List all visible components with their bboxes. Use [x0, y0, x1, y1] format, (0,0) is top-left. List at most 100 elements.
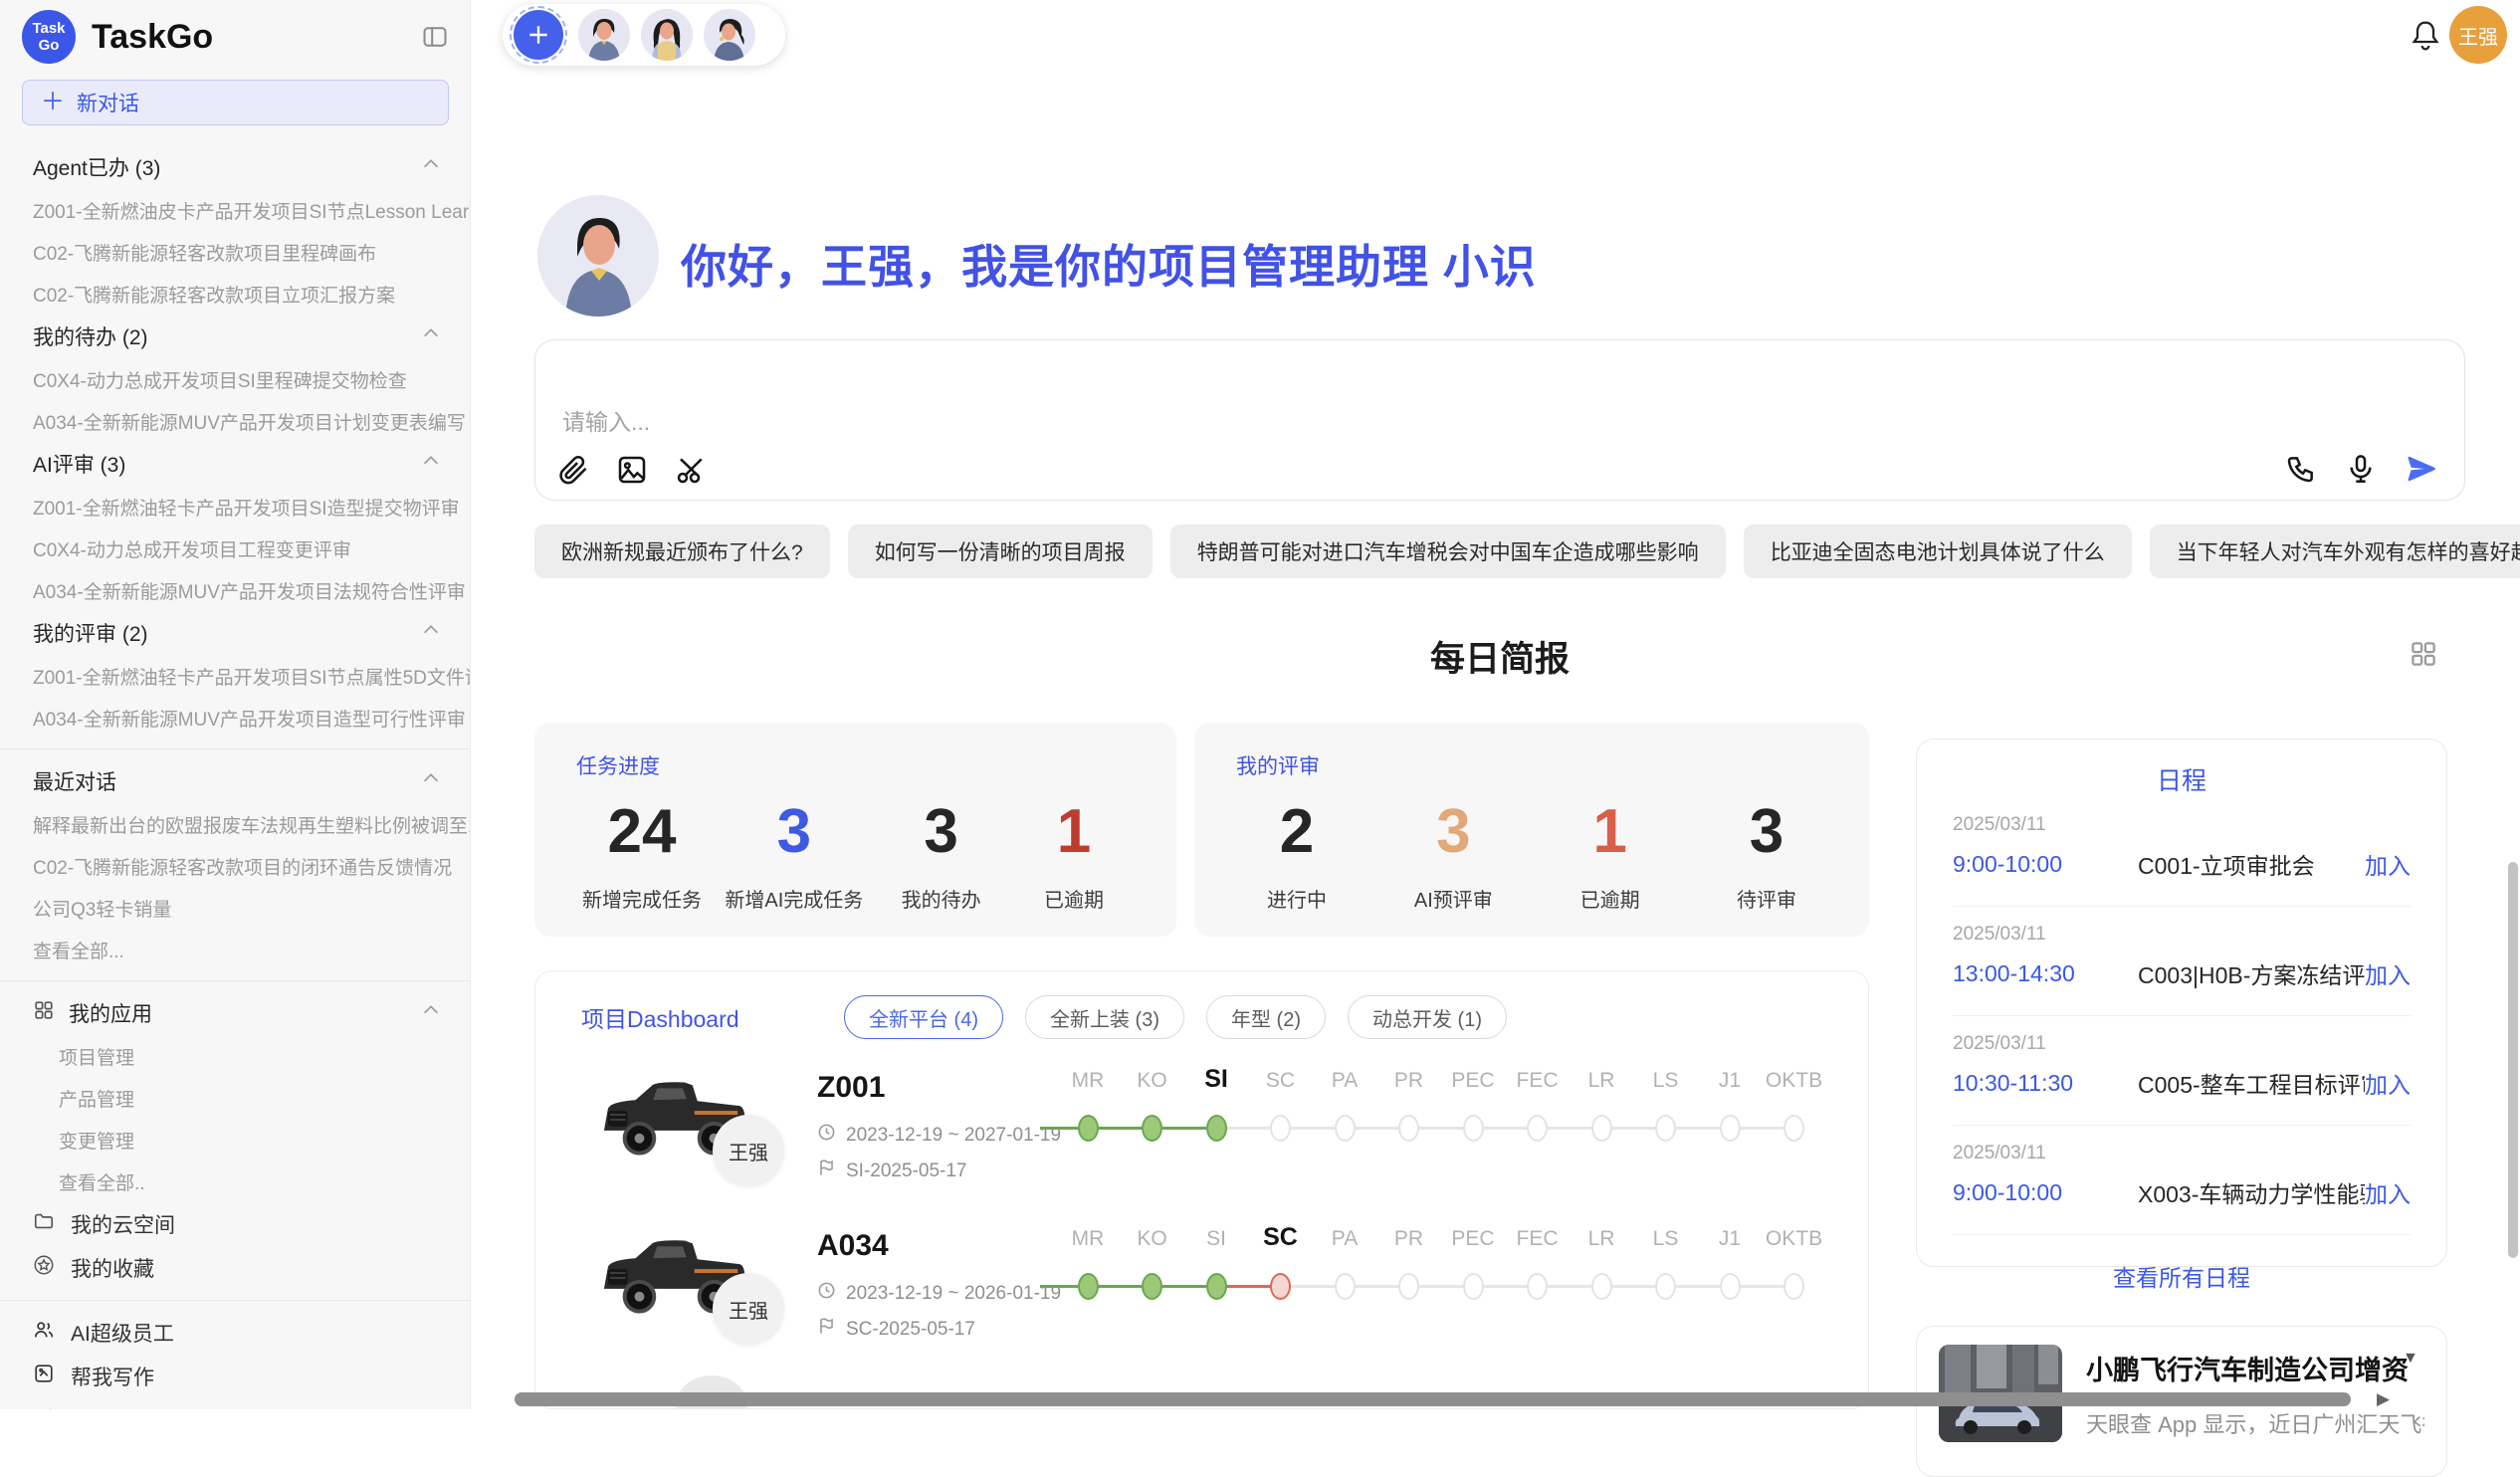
sidebar-task-item[interactable]: A034-全新新能源MUV产品开发项目计划变更表编写	[0, 400, 470, 442]
milestone-dot[interactable]	[1463, 1273, 1484, 1300]
sidebar-tool-2[interactable]: 创意制图	[0, 1398, 470, 1409]
chevron-up-icon[interactable]	[420, 999, 442, 1027]
milestone-connector	[1040, 1285, 1078, 1288]
microphone-icon[interactable]	[2345, 453, 2377, 485]
milestone-dot[interactable]	[1527, 1273, 1548, 1300]
milestone-dot[interactable]	[1270, 1273, 1291, 1300]
sidebar-task-item[interactable]: C0X4-动力总成开发项目工程变更评审	[0, 528, 470, 569]
chat-input-box[interactable]: 请输入...	[534, 339, 2465, 501]
suggestion-chip[interactable]: 比亚迪全固态电池计划具体说了什么	[1744, 525, 2132, 578]
milestone-dot[interactable]	[1270, 1115, 1291, 1142]
agent-avatar-1[interactable]	[578, 9, 630, 61]
chevron-up-icon[interactable]	[420, 153, 442, 181]
add-agent-button[interactable]	[510, 6, 567, 64]
dashboard-filter-chip[interactable]: 全新平台 (4)	[844, 995, 1003, 1039]
agent-avatar-3[interactable]	[704, 9, 755, 61]
milestone-dot[interactable]	[1206, 1273, 1227, 1300]
milestone-dot[interactable]	[1720, 1115, 1741, 1142]
app-item[interactable]: 项目管理	[0, 1035, 470, 1077]
milestone-dot[interactable]	[1720, 1273, 1741, 1300]
sidebar-task-item[interactable]: C02-飞腾新能源轻客改款项目里程碑画布	[0, 231, 470, 273]
scissors-icon[interactable]	[675, 454, 707, 486]
sidebar-group-header: 我的评审 (2)	[0, 611, 470, 655]
milestone-dot[interactable]	[1142, 1115, 1162, 1142]
sidebar-task-item[interactable]: C0X4-动力总成开发项目SI里程碑提交物检查	[0, 358, 470, 400]
milestone-dot[interactable]	[1463, 1115, 1484, 1142]
milestone-dot[interactable]	[1398, 1273, 1419, 1300]
milestone-dot[interactable]	[1655, 1115, 1676, 1142]
suggestion-chip[interactable]: 当下年轻人对汽车外观有怎样的喜好趋势	[2150, 525, 2520, 578]
sidebar-task-item[interactable]: A034-全新新能源MUV产品开发项目法规符合性评审	[0, 569, 470, 611]
send-icon[interactable]	[2405, 452, 2438, 486]
sidebar: Task Go TaskGo ＋ 新对话 Agent已办 (3)Z001-全新燃…	[0, 0, 471, 1409]
chevron-up-icon[interactable]	[420, 619, 442, 647]
chevron-up-icon[interactable]	[420, 767, 442, 795]
chevron-up-icon[interactable]	[420, 450, 442, 478]
milestone-dot[interactable]	[1335, 1273, 1356, 1300]
chevron-up-icon[interactable]	[420, 322, 442, 350]
suggestion-chip[interactable]: 如何写一份清晰的项目周报	[848, 525, 1153, 578]
phone-call-icon[interactable]	[2285, 453, 2317, 485]
scroll-down-arrow-icon[interactable]: ▼	[2403, 1350, 2418, 1368]
sidebar-task-item[interactable]: Z001-全新燃油轻卡产品开发项目SI节点属性5D文件评审	[0, 655, 470, 697]
stat-label-text: 已逾期	[1019, 884, 1129, 913]
user-avatar[interactable]: 王强	[2449, 6, 2507, 64]
milestone-dot[interactable]	[1591, 1115, 1612, 1142]
sidebar-link-1[interactable]: 我的收藏	[0, 1246, 470, 1290]
sidebar-collapse-icon[interactable]	[420, 22, 450, 52]
suggestion-chip[interactable]: 欧洲新规最近颁布了什么?	[534, 525, 830, 578]
sidebar-tool-1[interactable]: 帮我写作	[0, 1355, 470, 1398]
horizontal-scrollbar[interactable]	[515, 1392, 2351, 1406]
milestone-dot[interactable]	[1206, 1115, 1227, 1142]
agent-avatar-2[interactable]	[641, 9, 693, 61]
dashboard-filter-chip[interactable]: 动总开发 (1)	[1348, 995, 1507, 1039]
layout-grid-icon[interactable]	[2409, 639, 2438, 674]
sidebar-task-item[interactable]: A034-全新新能源MUV产品开发项目造型可行性评审	[0, 697, 470, 738]
apps-view-all-link[interactable]: 查看全部..	[0, 1160, 470, 1202]
milestone-dot[interactable]	[1784, 1273, 1804, 1300]
suggestion-chip[interactable]: 特朗普可能对进口汽车增税会对中国车企造成哪些影响	[1170, 525, 1726, 578]
sidebar-link-0[interactable]: 我的云空间	[0, 1202, 470, 1246]
recent-view-all-link[interactable]: 查看全部...	[0, 929, 470, 970]
event-join-link[interactable]: 加入	[2365, 1175, 2411, 1209]
star-icon	[33, 1254, 55, 1282]
dashboard-filter-chip[interactable]: 年型 (2)	[1206, 995, 1326, 1039]
milestone-label: PEC	[1436, 1227, 1510, 1251]
recent-chat-item[interactable]: 解释最新出台的欧盟报废车法规再生塑料比例被调至15%...	[0, 803, 470, 845]
milestone-dot[interactable]	[1591, 1273, 1612, 1300]
sidebar-link-label: 我的收藏	[71, 1253, 154, 1283]
scroll-right-arrow-icon[interactable]: ▶	[2377, 1389, 2390, 1409]
event-join-link[interactable]: 加入	[2365, 956, 2411, 990]
milestone-dot[interactable]	[1784, 1115, 1804, 1142]
recent-chats-header-label: 最近对话	[33, 766, 420, 796]
milestone-dot[interactable]	[1655, 1273, 1676, 1300]
milestone-dot[interactable]	[1078, 1115, 1099, 1142]
sidebar-task-item[interactable]: Z001-全新燃油皮卡产品开发项目SI节点Lesson Learn报告	[0, 189, 470, 231]
image-upload-icon[interactable]	[616, 454, 648, 486]
recent-chat-item[interactable]: C02-飞腾新能源轻客改款项目的闭环通告反馈情况	[0, 845, 470, 887]
event-join-link[interactable]: 加入	[2365, 847, 2411, 881]
app-item[interactable]: 产品管理	[0, 1077, 470, 1119]
milestone-label: SI	[1179, 1065, 1253, 1094]
recent-chat-item[interactable]: 公司Q3轻卡销量	[0, 887, 470, 929]
milestone-connector	[1226, 1285, 1271, 1288]
event-join-link[interactable]: 加入	[2365, 1066, 2411, 1100]
notifications-bell-icon[interactable]	[2410, 18, 2441, 59]
attachment-icon[interactable]	[557, 454, 589, 486]
vertical-scrollbar[interactable]	[2508, 862, 2518, 1258]
milestone-dot[interactable]	[1078, 1273, 1099, 1300]
sidebar-task-item[interactable]: Z001-全新燃油轻卡产品开发项目SI造型提交物评审	[0, 486, 470, 528]
write-icon	[33, 1363, 55, 1390]
logo-line2: Go	[39, 37, 60, 54]
schedule-event: 2025/03/1110:30-11:30C005-整车工程目标评审加入	[1953, 1016, 2411, 1126]
milestone-dot[interactable]	[1398, 1115, 1419, 1142]
milestone-dot[interactable]	[1142, 1273, 1162, 1300]
new-chat-button[interactable]: ＋ 新对话	[22, 80, 449, 125]
sidebar-tool-0[interactable]: AI超级员工	[0, 1311, 470, 1355]
milestone-dot[interactable]	[1527, 1115, 1548, 1142]
dashboard-filter-chip[interactable]: 全新上装 (3)	[1025, 995, 1184, 1039]
milestone-dot[interactable]	[1335, 1115, 1356, 1142]
sidebar-task-item[interactable]: C02-飞腾新能源轻客改款项目立项汇报方案	[0, 273, 470, 315]
view-all-schedule-link[interactable]: 查看所有日程	[1953, 1259, 2411, 1293]
app-item[interactable]: 变更管理	[0, 1119, 470, 1160]
